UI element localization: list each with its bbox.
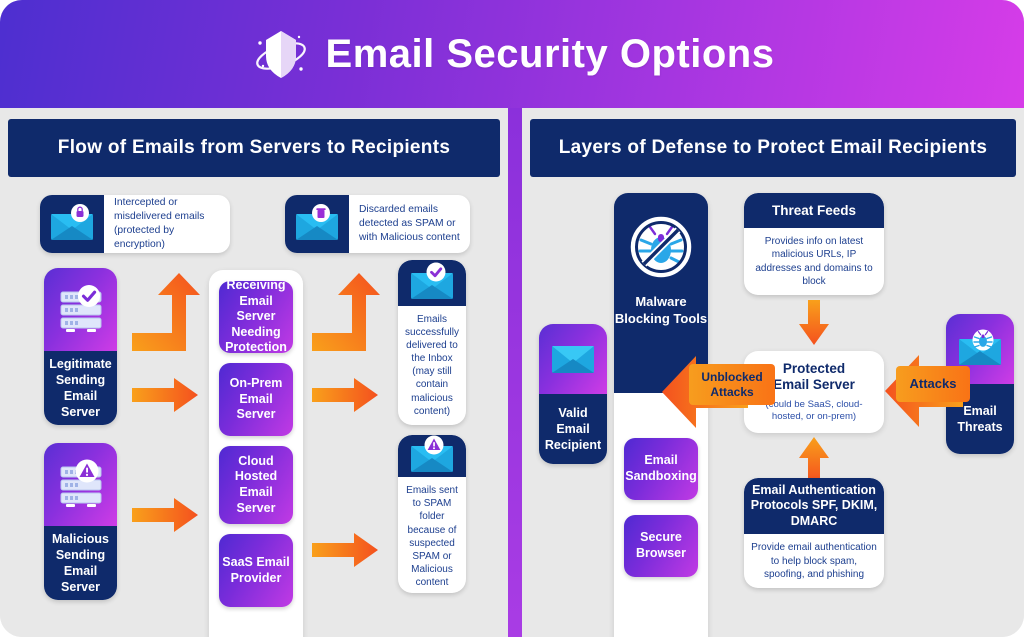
right-panel-heading-text: Layers of Defense to Protect Email Recip… bbox=[558, 137, 988, 158]
card-saas-email-provider-label: SaaS Email Provider bbox=[222, 554, 290, 585]
protected-email-server-title-line2: Email Server bbox=[773, 377, 855, 393]
card-secure-browser[interactable]: Secure Browser bbox=[624, 515, 698, 577]
callout-intercepted-text: Intercepted or misdelivered emails (prot… bbox=[114, 196, 205, 251]
server-warning-icon bbox=[44, 443, 117, 526]
card-email-sandboxing-label: Email Sandboxing bbox=[625, 453, 697, 483]
outcome-delivered-inbox-text: Emails successfully delivered to the Inb… bbox=[405, 313, 459, 417]
right-arrow-to-spam bbox=[312, 533, 378, 567]
tile-valid-email-recipient: Valid Email Recipient bbox=[539, 324, 607, 464]
flag-unblocked-attacks: Unblocked Attacks bbox=[689, 364, 775, 405]
up-arrow-auth-protocols bbox=[799, 437, 829, 482]
outcome-delivered-inbox: Emails successfully delivered to the Inb… bbox=[398, 260, 466, 425]
card-threat-feeds: Threat Feeds Provides info on latest mal… bbox=[744, 193, 884, 295]
card-email-sandboxing[interactable]: Email Sandboxing bbox=[624, 438, 698, 500]
envelope-trash-icon bbox=[285, 195, 349, 253]
left-panel-heading-text: Flow of Emails from Servers to Recipient… bbox=[57, 137, 451, 158]
card-auth-protocols-body: Provide email authentication to help blo… bbox=[751, 542, 877, 580]
tile-malicious-sending-server: Malicious Sending Email Server bbox=[44, 443, 117, 600]
envelope-icon bbox=[539, 324, 607, 394]
elbow-arrow-legit-up bbox=[132, 273, 200, 351]
card-auth-protocols-title: Email Authentication Protocols SPF, DKIM… bbox=[750, 482, 878, 529]
envelope-warning-icon bbox=[398, 435, 466, 477]
envelope-lock-icon bbox=[40, 195, 104, 253]
outcome-spam-folder: Emails sent to SPAM folder because of su… bbox=[398, 435, 466, 593]
envelope-check-icon bbox=[398, 260, 466, 306]
server-check-icon bbox=[44, 268, 117, 351]
panel-divider bbox=[508, 108, 522, 637]
callout-discarded-text: Discarded emails detected as SPAM or wit… bbox=[359, 203, 460, 244]
left-panel-heading: Flow of Emails from Servers to Recipient… bbox=[8, 119, 500, 177]
receiving-servers-container: Receiving Email Server Needing Protectio… bbox=[209, 270, 303, 637]
left-panel: Flow of Emails from Servers to Recipient… bbox=[0, 108, 508, 637]
tile-legitimate-sending-server-label: Legitimate Sending Email Server bbox=[44, 351, 117, 425]
infographic-poster: Email Security Options Flow of Emails fr… bbox=[0, 0, 1024, 637]
card-threat-feeds-body: Provides info on latest malicious URLs, … bbox=[755, 236, 873, 287]
right-panel: Layers of Defense to Protect Email Recip… bbox=[522, 108, 1024, 637]
right-arrow-legit bbox=[132, 378, 198, 412]
card-on-prem-email-server[interactable]: On-Prem Email Server bbox=[219, 363, 293, 436]
malware-blocking-tools-label: Malware Blocking Tools bbox=[614, 294, 708, 326]
card-saas-email-provider[interactable]: SaaS Email Provider bbox=[219, 534, 293, 607]
right-arrow-malicious bbox=[132, 498, 198, 532]
flag-attacks-label: Attacks bbox=[909, 376, 957, 392]
outcome-spam-folder-text: Emails sent to SPAM folder because of su… bbox=[406, 485, 458, 589]
no-bug-icon bbox=[625, 211, 697, 288]
card-secure-browser-label: Secure Browser bbox=[635, 530, 687, 560]
tile-legitimate-sending-server: Legitimate Sending Email Server bbox=[44, 268, 117, 425]
right-panel-heading: Layers of Defense to Protect Email Recip… bbox=[530, 119, 1016, 177]
tile-malicious-sending-server-label: Malicious Sending Email Server bbox=[44, 526, 117, 600]
card-cloud-hosted-email-server-label: Cloud Hosted Email Server bbox=[234, 453, 278, 515]
elbow-arrow-inbox-up bbox=[312, 273, 380, 351]
callout-discarded-emails: Discarded emails detected as SPAM or wit… bbox=[285, 195, 470, 253]
card-receiving-email-server-label: Receiving Email Server Needing Protectio… bbox=[225, 277, 287, 355]
shield-orbit-logo bbox=[250, 23, 312, 85]
protected-email-server-title-line1: Protected bbox=[782, 360, 846, 376]
flag-unblocked-attacks-label: Unblocked Attacks bbox=[701, 370, 763, 399]
card-on-prem-email-server-label: On-Prem Email Server bbox=[229, 376, 283, 422]
right-arrow-to-inbox bbox=[312, 378, 378, 412]
down-arrow-threat-feeds bbox=[799, 300, 829, 345]
poster-header: Email Security Options bbox=[0, 0, 1024, 108]
tile-valid-email-recipient-label: Valid Email Recipient bbox=[539, 394, 607, 464]
card-threat-feeds-title: Threat Feeds bbox=[771, 203, 857, 219]
card-cloud-hosted-email-server[interactable]: Cloud Hosted Email Server bbox=[219, 446, 293, 524]
card-receiving-email-server[interactable]: Receiving Email Server Needing Protectio… bbox=[219, 277, 293, 355]
flag-attacks: Attacks bbox=[896, 366, 970, 402]
page-title: Email Security Options bbox=[325, 31, 775, 76]
callout-intercepted-emails: Intercepted or misdelivered emails (prot… bbox=[40, 195, 230, 253]
card-auth-protocols: Email Authentication Protocols SPF, DKIM… bbox=[744, 478, 884, 588]
